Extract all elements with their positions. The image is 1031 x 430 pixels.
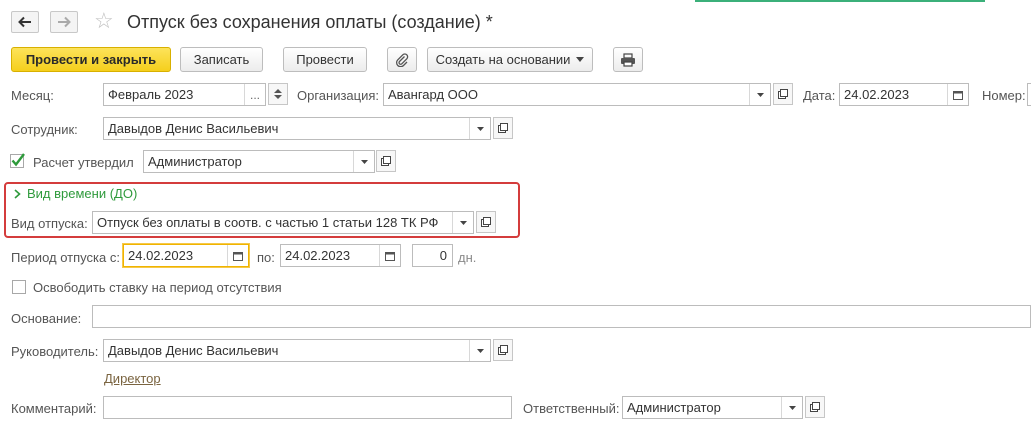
forward-button[interactable]: [50, 11, 78, 33]
calendar-icon: [233, 251, 243, 261]
free-rate-checkbox[interactable]: [12, 280, 26, 294]
employee-open-button[interactable]: [493, 117, 513, 139]
comment-label: Комментарий:: [11, 401, 97, 416]
period-from-field[interactable]: 24.02.2023: [123, 244, 249, 267]
responsible-value: Администратор: [627, 400, 721, 415]
organization-open-button[interactable]: [773, 83, 793, 105]
approved-by-dropdown-button[interactable]: [353, 151, 374, 172]
responsible-label: Ответственный:: [523, 401, 620, 416]
printer-icon: [621, 52, 635, 67]
employee-label: Сотрудник:: [11, 122, 78, 137]
paperclip-icon: [395, 52, 409, 67]
comment-field[interactable]: [103, 396, 512, 419]
chevron-down-icon: [360, 159, 368, 164]
page-title: Отпуск без сохранения оплаты (создание) …: [127, 12, 493, 32]
month-select-button[interactable]: ...: [244, 84, 265, 105]
post-and-close-button[interactable]: Провести и закрыть: [11, 47, 171, 72]
date-label: Дата:: [803, 88, 836, 103]
period-from-value: 24.02.2023: [128, 248, 194, 263]
employee-field[interactable]: Давыдов Денис Васильевич: [103, 117, 491, 140]
month-value: Февраль 2023: [108, 87, 194, 102]
approved-by-open-button[interactable]: [376, 150, 396, 172]
attach-button[interactable]: [387, 47, 417, 72]
save-button[interactable]: Записать: [180, 47, 263, 72]
date-calendar-button[interactable]: [947, 84, 968, 105]
create-based-on-button[interactable]: Создать на основании: [427, 47, 593, 72]
days-value: 0: [439, 248, 447, 263]
open-form-icon: [810, 402, 820, 412]
days-unit: дн.: [458, 250, 477, 265]
number-field[interactable]: [1027, 83, 1031, 106]
chevron-right-icon: [14, 188, 21, 199]
back-button[interactable]: [11, 11, 39, 33]
manager-open-button[interactable]: [493, 339, 513, 361]
chevron-down-icon: [756, 92, 764, 97]
organization-value: Авангард ООО: [388, 87, 478, 102]
chevron-down-icon: [576, 57, 585, 62]
arrow-right-icon: [58, 16, 71, 28]
top-tab-strip: [0, 0, 1031, 3]
time-type-group-title: Вид времени (ДО): [27, 186, 138, 201]
organization-label: Организация:: [297, 88, 380, 103]
organization-field[interactable]: Авангард ООО: [383, 83, 771, 106]
free-rate-label: Освободить ставку на период отсутствия: [33, 280, 282, 295]
print-button[interactable]: [613, 47, 643, 72]
period-from-calendar-button[interactable]: [227, 245, 248, 266]
responsible-dropdown-button[interactable]: [781, 397, 802, 418]
manager-position-link[interactable]: Директор: [104, 371, 161, 386]
chevron-down-icon: [788, 405, 796, 410]
approved-label: Расчет утвердил: [33, 155, 134, 170]
vacation-type-value: Отпуск без оплаты в соотв. с частью 1 ст…: [97, 215, 439, 230]
chevron-down-icon: [459, 220, 467, 225]
manager-value: Давыдов Денис Васильевич: [108, 343, 279, 358]
responsible-field[interactable]: Администратор: [622, 396, 803, 419]
approved-by-field[interactable]: Администратор: [143, 150, 375, 173]
manager-dropdown-button[interactable]: [469, 340, 490, 361]
create-based-on-label: Создать на основании: [435, 52, 571, 67]
period-to-value: 24.02.2023: [285, 248, 351, 263]
chevron-down-icon: [476, 126, 484, 131]
basis-field[interactable]: [92, 305, 1031, 328]
arrow-left-icon: [18, 16, 31, 28]
calendar-icon: [385, 251, 395, 261]
number-label: Номер:: [982, 88, 1026, 103]
vacation-type-open-button[interactable]: [476, 211, 496, 233]
spinner-arrows-icon: [274, 89, 282, 99]
open-form-icon: [498, 345, 508, 355]
active-tab-indicator: [695, 0, 985, 2]
period-to-field[interactable]: 24.02.2023: [280, 244, 401, 267]
favorite-star-icon[interactable]: ☆: [94, 9, 114, 33]
post-button[interactable]: Провести: [283, 47, 367, 72]
month-label: Месяц:: [11, 88, 54, 103]
organization-dropdown-button[interactable]: [749, 84, 770, 105]
basis-label: Основание:: [11, 311, 82, 326]
manager-label: Руководитель:: [11, 344, 99, 359]
vacation-type-label: Вид отпуска:: [11, 216, 88, 231]
responsible-open-button[interactable]: [805, 396, 825, 418]
month-field[interactable]: Февраль 2023 ...: [103, 83, 266, 106]
open-form-icon: [778, 89, 788, 99]
days-field[interactable]: 0: [412, 244, 453, 267]
vacation-type-field[interactable]: Отпуск без оплаты в соотв. с частью 1 ст…: [92, 211, 474, 234]
approved-by-value: Администратор: [148, 154, 242, 169]
manager-field[interactable]: Давыдов Денис Васильевич: [103, 339, 491, 362]
approved-checkbox[interactable]: [10, 153, 25, 169]
chevron-down-icon: [476, 348, 484, 353]
checkmark-icon: [10, 153, 25, 168]
period-to-label: по:: [257, 250, 275, 265]
date-value: 24.02.2023: [844, 87, 910, 102]
open-form-icon: [381, 156, 391, 166]
employee-value: Давыдов Денис Васильевич: [108, 121, 279, 136]
period-to-calendar-button[interactable]: [379, 245, 400, 266]
calendar-icon: [953, 90, 963, 100]
date-field[interactable]: 24.02.2023: [839, 83, 969, 106]
open-form-icon: [481, 217, 491, 227]
period-label: Период отпуска с:: [11, 250, 120, 265]
vacation-type-dropdown-button[interactable]: [452, 212, 473, 233]
employee-dropdown-button[interactable]: [469, 118, 490, 139]
time-type-group-toggle[interactable]: Вид времени (ДО): [14, 186, 137, 201]
open-form-icon: [498, 123, 508, 133]
month-stepper[interactable]: [268, 83, 288, 105]
